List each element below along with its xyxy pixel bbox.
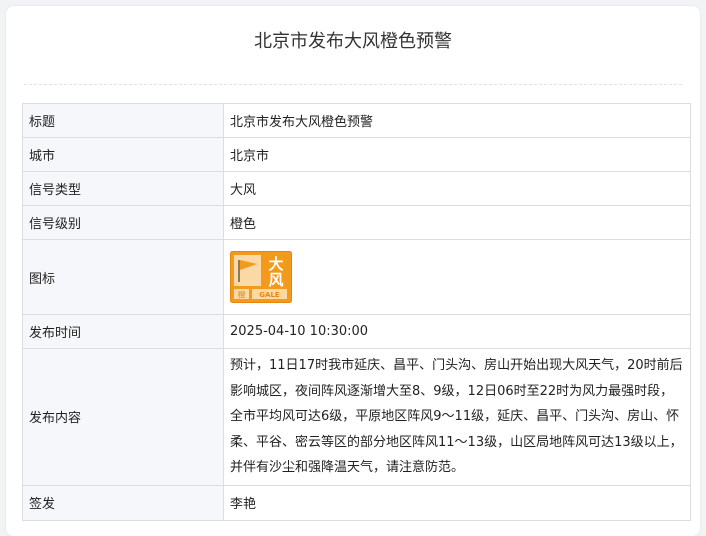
- table-row: 信号类型 大风: [22, 171, 691, 206]
- svg-text:风: 风: [268, 271, 283, 289]
- row-label-publish-time: 发布时间: [22, 314, 224, 349]
- row-value-signal-level: 橙色: [223, 205, 691, 240]
- svg-text:橙: 橙: [238, 290, 246, 300]
- warning-info-table: 标题 北京市发布大风橙色预警 城市 北京市 信号类型 大风 信号级别 橙色 图标: [22, 103, 691, 521]
- table-row: 发布内容 预计，11日17时我市延庆、昌平、门头沟、房山开始出现大风天气，20时…: [22, 348, 691, 486]
- row-value-publish-time: 2025-04-10 10:30:00: [223, 314, 691, 349]
- row-label-signal-type: 信号类型: [22, 171, 224, 206]
- row-value-title: 北京市发布大风橙色预警: [223, 103, 691, 138]
- table-row: 标题 北京市发布大风橙色预警: [22, 103, 691, 138]
- row-label-city: 城市: [22, 137, 224, 172]
- table-row: 签发 李艳: [22, 484, 691, 521]
- content-text: 预计，11日17时我市延庆、昌平、门头沟、房山开始出现大风天气，20时前后影响城…: [230, 358, 683, 475]
- row-value-icon: 大 风 橙 GALE: [223, 239, 691, 315]
- table-row: 城市 北京市: [22, 137, 691, 172]
- page-title: 北京市发布大风橙色预警: [254, 31, 452, 52]
- row-value-signer: 李艳: [223, 484, 691, 521]
- row-label-icon: 图标: [22, 239, 224, 315]
- row-label-signer: 签发: [22, 484, 224, 521]
- row-value-signal-type: 大风: [223, 171, 691, 206]
- gale-orange-warning-icon: 大 风 橙 GALE: [230, 251, 292, 303]
- svg-text:GALE: GALE: [259, 291, 280, 299]
- warning-card: 北京市发布大风橙色预警 标题 北京市发布大风橙色预警 城市 北京市 信号类型 大…: [6, 6, 700, 536]
- table-row: 发布时间 2025-04-10 10:30:00: [22, 314, 691, 349]
- row-label-title: 标题: [22, 103, 224, 138]
- title-divider: [24, 84, 682, 85]
- row-value-city: 北京市: [223, 137, 691, 172]
- table-row: 信号级别 橙色: [22, 205, 691, 240]
- row-label-signal-level: 信号级别: [22, 205, 224, 240]
- table-row: 图标 大 风 橙 GALE: [22, 239, 691, 315]
- row-value-content: 预计，11日17时我市延庆、昌平、门头沟、房山开始出现大风天气，20时前后影响城…: [223, 348, 691, 486]
- row-label-content: 发布内容: [22, 348, 224, 486]
